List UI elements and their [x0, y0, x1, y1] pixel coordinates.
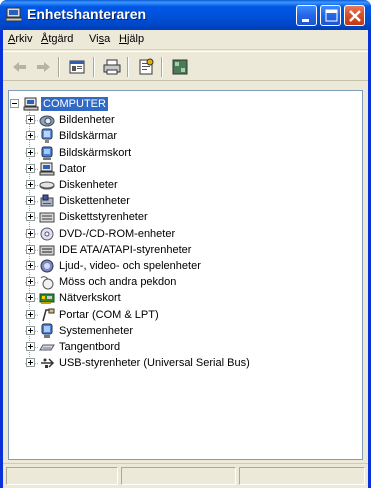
toolbar-separator	[93, 57, 95, 77]
collapse-icon[interactable]	[10, 99, 19, 108]
status-cell	[121, 467, 236, 485]
tree-node-label[interactable]: Ljud-, video- och spelenheter	[57, 259, 203, 273]
usb-icon	[39, 355, 55, 371]
maximize-icon	[325, 9, 338, 22]
mouse-icon	[39, 274, 55, 290]
disk-drive-icon	[39, 177, 55, 193]
status-cell	[6, 467, 118, 485]
floppy-controller-icon	[39, 209, 55, 225]
sound-icon	[39, 258, 55, 274]
dvd-icon	[39, 226, 55, 242]
help-icon[interactable]	[170, 57, 190, 77]
tree-node-label[interactable]: IDE ATA/ATAPI-styrenheter	[57, 243, 193, 257]
tree-node-label[interactable]: Diskenheter	[57, 178, 120, 192]
expand-icon[interactable]	[26, 325, 35, 335]
minimize-icon	[302, 19, 309, 22]
display-adapter-icon	[39, 145, 55, 161]
keyboard-icon	[39, 339, 55, 355]
status-bar	[3, 463, 368, 488]
system-device-icon	[39, 323, 55, 339]
expand-icon[interactable]	[26, 115, 35, 125]
tree-node-label[interactable]: Portar (COM & LPT)	[57, 308, 161, 322]
tree-node-label[interactable]: Nätverkskort	[57, 291, 123, 305]
expand-icon[interactable]	[26, 147, 35, 157]
title-bar[interactable]: Enhetshanteraren	[0, 0, 371, 30]
tree-node-label[interactable]: Systemenheter	[57, 324, 135, 338]
expand-icon[interactable]	[26, 212, 35, 222]
computer-icon	[23, 96, 39, 112]
minimize-button[interactable]	[296, 5, 317, 26]
console-tree-icon[interactable]	[67, 57, 87, 77]
expand-icon[interactable]	[26, 196, 35, 206]
menu-bar: Arkiv Åtgärd Visa Hjälp	[3, 30, 368, 50]
expand-icon[interactable]	[26, 244, 35, 254]
expand-icon[interactable]	[26, 342, 35, 351]
print-icon[interactable]	[102, 57, 122, 77]
device-tree-panel[interactable]: COMPUTER Bildenheter Bildskärmar Bildskärms…	[8, 90, 363, 460]
expand-icon[interactable]	[26, 293, 35, 303]
tree-node-label[interactable]: Diskettenheter	[57, 194, 132, 208]
ide-controller-icon	[39, 242, 55, 258]
maximize-button[interactable]	[320, 5, 341, 26]
toolbar-separator	[161, 57, 163, 77]
device-manager-window: Enhetshanteraren Arkiv Åtgärd Visa Hjälp	[0, 0, 371, 488]
expand-icon[interactable]	[26, 309, 35, 319]
tree-node-label[interactable]: USB-styrenheter (Universal Serial Bus)	[57, 356, 252, 370]
expand-icon[interactable]	[26, 163, 35, 173]
camera-icon	[39, 112, 55, 128]
computer-icon	[39, 161, 55, 177]
menu-atgard[interactable]: Åtgärd	[39, 33, 75, 45]
monitor-icon	[39, 128, 55, 144]
tree-node-label[interactable]: Dator	[57, 162, 88, 176]
tree-node-label[interactable]: DVD-/CD-ROM-enheter	[57, 227, 177, 241]
toolbar-separator	[127, 57, 129, 77]
expand-icon[interactable]	[26, 228, 35, 238]
toolbar	[3, 51, 368, 81]
tree-node-label[interactable]: Bildskärmar	[57, 129, 119, 143]
expand-icon[interactable]	[26, 261, 35, 270]
forward-arrow-icon[interactable]	[33, 57, 53, 77]
back-arrow-icon[interactable]	[10, 57, 30, 77]
tree-node-label[interactable]: Möss och andra pekdon	[57, 275, 178, 289]
window-title: Enhetshanteraren	[27, 6, 147, 22]
menu-visa[interactable]: Visa	[87, 33, 112, 45]
status-cell	[239, 467, 365, 485]
properties-icon[interactable]	[136, 57, 156, 77]
expand-icon[interactable]	[26, 277, 35, 287]
network-card-icon	[39, 290, 55, 306]
floppy-drive-icon	[39, 193, 55, 209]
menu-hjalp[interactable]: Hjälp	[117, 33, 146, 45]
tree-node-label[interactable]: Diskettstyrenheter	[57, 210, 150, 224]
tree-node-label[interactable]: COMPUTER	[40, 96, 109, 112]
port-icon	[39, 307, 55, 323]
close-button[interactable]	[344, 5, 365, 26]
menu-arkiv[interactable]: Arkiv	[6, 33, 34, 45]
computer-icon	[5, 7, 23, 22]
tree-node-label[interactable]: Tangentbord	[57, 340, 122, 354]
close-icon	[349, 10, 361, 22]
expand-icon[interactable]	[26, 131, 35, 141]
tree-node-label[interactable]: Bildenheter	[57, 113, 117, 127]
expand-icon[interactable]	[26, 358, 35, 368]
tree-node-label[interactable]: Bildskärmskort	[57, 146, 133, 160]
toolbar-separator	[58, 57, 60, 77]
expand-icon[interactable]	[26, 180, 35, 189]
